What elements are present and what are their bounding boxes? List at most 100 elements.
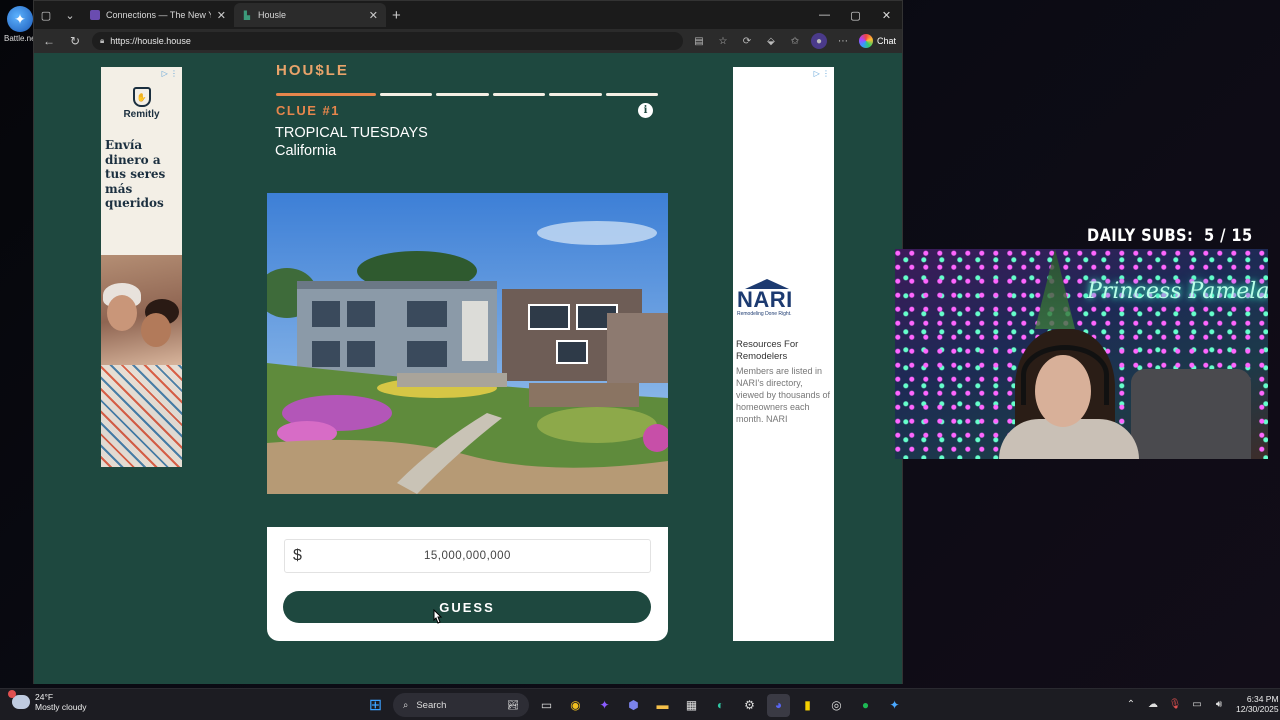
- chrome-icon[interactable]: ◉: [564, 694, 587, 717]
- clue-label: CLUE #1: [276, 103, 340, 118]
- maximize-icon[interactable]: ▢: [840, 1, 871, 29]
- tab-housle[interactable]: ▙ Housle ✕: [234, 3, 386, 27]
- mouse-cursor-icon: [433, 609, 443, 624]
- ad-headline-line: dinero a: [105, 152, 161, 167]
- house-photo: [267, 193, 668, 494]
- spotify-icon[interactable]: ●: [854, 694, 877, 717]
- tab-connections[interactable]: Connections — The New York Times ✕: [82, 3, 234, 27]
- progress-segment: [379, 93, 433, 96]
- address-bar: ← ↻ 🔒︎ https://housle.house ▤ ☆ ⟳ ⬙ ✩ ● …: [34, 29, 902, 53]
- discord-icon[interactable]: ◕: [767, 693, 790, 717]
- windows-start-icon[interactable]: ⊞: [364, 694, 387, 717]
- weather-temp: 24°F: [35, 692, 54, 702]
- reader-view-icon[interactable]: ▤: [691, 33, 707, 49]
- left-ad[interactable]: ▷ ⋮ ✋ Remitly Envía dinero a tus seres m…: [101, 67, 182, 467]
- teams-icon[interactable]: ⬢: [622, 694, 645, 717]
- store-icon[interactable]: ▦: [680, 694, 703, 717]
- clock-date: 12/30/2025: [1236, 704, 1279, 714]
- ad-choices-icon[interactable]: ▷ ⋮: [162, 69, 178, 78]
- search-highlight-icon: 🏞︎: [506, 699, 519, 711]
- edge-icon[interactable]: ◐: [709, 694, 732, 717]
- guess-button[interactable]: GUESS: [283, 591, 651, 623]
- lock-icon: 🔒︎: [100, 36, 105, 45]
- profile-icon[interactable]: ●: [810, 33, 827, 49]
- close-icon[interactable]: ✕: [369, 9, 378, 22]
- page-viewport: ▷ ⋮ ✋ Remitly Envía dinero a tus seres m…: [34, 53, 902, 684]
- chat-label: Chat: [876, 36, 896, 46]
- tab-title: Connections — The New York Times: [106, 10, 211, 20]
- taskbar-search[interactable]: ⌕ Search 🏞︎: [393, 693, 529, 717]
- ad-choices-icon[interactable]: ▷ ⋮: [814, 69, 830, 78]
- settings-icon[interactable]: ⚙: [738, 694, 761, 717]
- weather-desc: Mostly cloudy: [35, 702, 87, 712]
- favorite-star-icon[interactable]: ☆: [715, 33, 731, 49]
- clue-location: California: [275, 143, 337, 159]
- gaming-chair: [1131, 369, 1251, 459]
- progress-segment: [276, 93, 376, 96]
- clue-theme: TROPICAL TUESDAYS: [275, 125, 428, 141]
- favorites-icon[interactable]: ✩: [787, 33, 803, 49]
- price-input[interactable]: [285, 540, 650, 572]
- browser-window: ▢ ⌄ Connections — The New York Times ✕ ▙…: [33, 0, 903, 684]
- chevron-up-icon[interactable]: ⌃: [1122, 693, 1140, 715]
- network-icon[interactable]: ▭: [1188, 693, 1206, 715]
- ad-photo: [101, 255, 182, 467]
- desktop-icon-label: Battle.net: [4, 34, 38, 43]
- info-icon[interactable]: i: [638, 103, 653, 118]
- clock[interactable]: 6:34 PM 12/30/2025: [1236, 694, 1279, 714]
- new-tab-icon[interactable]: +: [392, 7, 401, 24]
- ad-headline-line: más: [105, 181, 133, 196]
- file-explorer-icon[interactable]: ▬: [651, 694, 674, 717]
- close-window-icon[interactable]: ✕: [871, 1, 902, 29]
- subs-label: DAILY SUBS:: [1087, 226, 1194, 246]
- tab-title: Housle: [258, 10, 287, 20]
- ad-body: Members are listed in NARI's directory, …: [736, 366, 831, 424]
- search-icon: ⌕: [403, 699, 409, 711]
- ad-title[interactable]: Resources For Remodelers: [736, 339, 831, 363]
- logo-text: HOU$LE: [276, 62, 349, 79]
- minimize-icon[interactable]: —: [809, 1, 840, 29]
- ad-brand: NARI: [737, 287, 793, 312]
- window-controls: — ▢ ✕: [809, 1, 902, 29]
- battlenet-icon[interactable]: ✦: [883, 694, 906, 717]
- house-favicon-icon: ▙: [243, 10, 251, 20]
- tab-actions-icon[interactable]: ▢: [34, 3, 58, 27]
- volume-icon[interactable]: 🔊︎: [1210, 693, 1228, 715]
- nari-logo: NARI Remodeling Done Right.: [737, 279, 797, 317]
- copilot-chat-button[interactable]: Chat: [858, 34, 896, 48]
- task-view-icon[interactable]: ▭: [535, 694, 558, 717]
- extensions-icon[interactable]: ⬙: [763, 33, 779, 49]
- microphone-icon[interactable]: 🎙︎: [1166, 693, 1184, 715]
- chevron-down-icon[interactable]: ⌄: [58, 3, 82, 27]
- cloud-icon: [8, 690, 30, 709]
- daily-subs-counter: DAILY SUBS: 5 / 15: [1087, 226, 1253, 246]
- taskbar-apps: ⊞ ⌕ Search 🏞︎ ▭ ◉ ✦ ⬢ ▬ ▦ ◐ ⚙ ◕ ▮ ◎ ● ✦: [364, 693, 906, 717]
- ad-tagline: Remodeling Done Right.: [737, 311, 792, 317]
- ad-headline-line: queridos: [105, 196, 164, 210]
- clock-time: 6:34 PM: [1246, 694, 1279, 704]
- battlenet-desktop-icon[interactable]: ✦ Battle.net: [4, 6, 38, 43]
- webcam-feed: Princess Pamela: [895, 249, 1268, 459]
- extension-refresh-icon[interactable]: ⟳: [739, 33, 755, 49]
- weather-widget[interactable]: 24°F Mostly cloudy: [8, 690, 87, 712]
- tray-app-icon[interactable]: ☁: [1144, 693, 1162, 715]
- neon-sign: Princess Pamela: [1087, 279, 1268, 304]
- more-icon[interactable]: ⋯: [835, 33, 851, 49]
- copilot-icon[interactable]: ✦: [593, 694, 616, 717]
- tab-bar: ▢ ⌄ Connections — The New York Times ✕ ▙…: [34, 1, 902, 29]
- housle-logo[interactable]: HOU$LE: [276, 62, 349, 79]
- copilot-icon: [858, 34, 873, 48]
- obs-icon[interactable]: ◎: [825, 694, 848, 717]
- nyt-favicon-icon: [90, 10, 100, 20]
- clue-progress: [276, 93, 659, 96]
- right-ad[interactable]: ▷ ⋮ NARI Remodeling Done Right. Resource…: [733, 67, 834, 641]
- refresh-icon[interactable]: ↻: [66, 32, 84, 50]
- back-icon[interactable]: ←: [40, 32, 58, 50]
- url-field[interactable]: 🔒︎ https://housle.house: [92, 32, 683, 50]
- sticky-notes-icon[interactable]: ▮: [796, 694, 819, 717]
- ad-brand: Remitly: [123, 109, 160, 120]
- close-icon[interactable]: ✕: [217, 9, 226, 22]
- subs-value: 5 / 15: [1203, 226, 1253, 246]
- guess-card: $ GUESS: [267, 527, 668, 641]
- taskbar: 24°F Mostly cloudy ⊞ ⌕ Search 🏞︎ ▭ ◉ ✦ ⬢…: [0, 688, 1280, 720]
